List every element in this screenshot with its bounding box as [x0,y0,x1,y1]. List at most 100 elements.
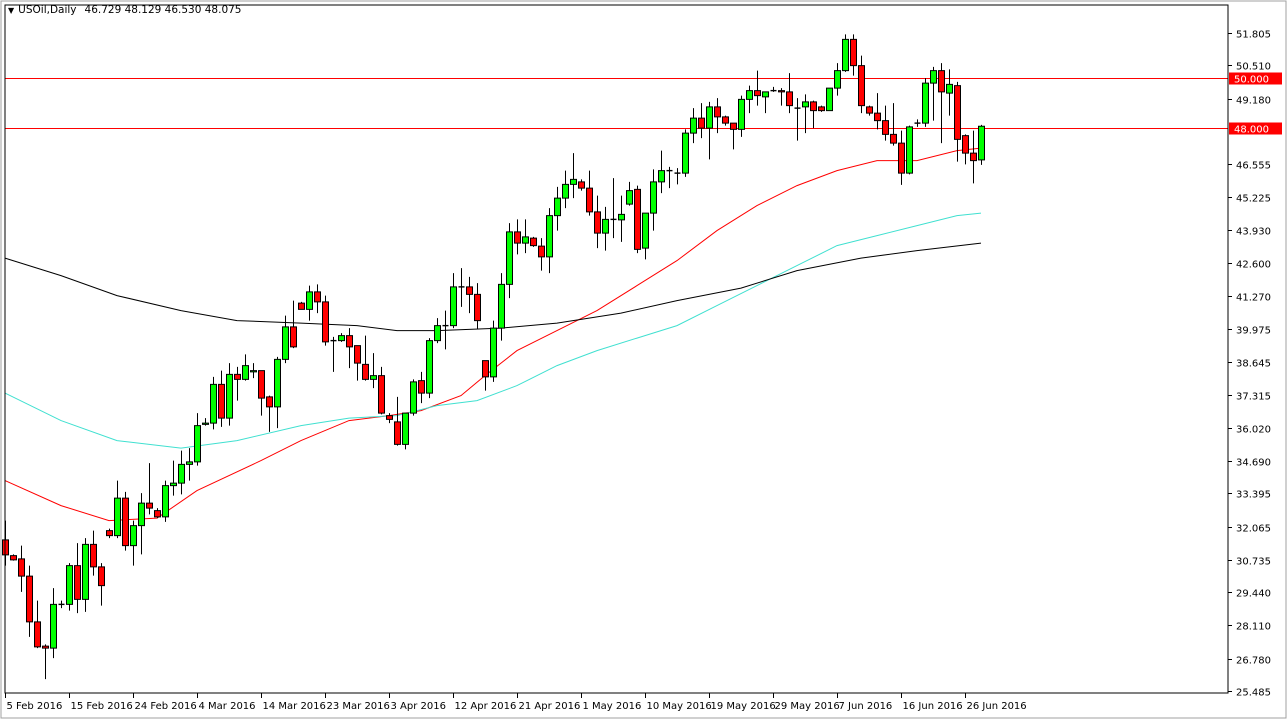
candlestick-chart[interactable]: 51.805 50.510 49.180 46.555 45.225 43.930 42.6… [0,0,1287,719]
candle-body [882,120,889,135]
price-tick-label: 36.020 [1236,425,1271,436]
candle-body [818,106,825,112]
candle-body [698,117,705,129]
price-tick-label: 46.555 [1236,161,1271,172]
candle-body [474,293,481,322]
candle-body [642,212,649,249]
candle-body [514,231,521,244]
price-tick-label: 29.440 [1236,589,1271,600]
candle[interactable] [426,338,433,399]
time-tick-label: 24 Feb 2016 [135,701,197,712]
candle-body [250,370,257,373]
price-tick-label: 49.180 [1236,96,1271,107]
candle-body [586,187,593,213]
candle[interactable] [298,301,305,310]
candle-body [730,122,737,130]
candle[interactable] [842,34,849,72]
candle-body [658,170,665,183]
candle[interactable] [322,295,329,346]
candle-body [754,90,761,97]
candle-body [706,106,713,129]
candle-body [98,566,105,587]
candle-body [906,126,913,174]
candle-body [202,422,209,425]
candle-body [778,90,785,93]
candle[interactable] [530,236,537,247]
candle[interactable] [66,563,73,611]
candle[interactable] [402,412,409,450]
candle-body [210,383,217,424]
candle-body [18,558,25,577]
candle-body [450,286,457,327]
candle[interactable] [682,129,689,177]
candle-body [650,181,657,214]
price-tick-label: 33.395 [1236,490,1271,501]
candle-body [178,463,185,484]
chart-background [0,0,1287,719]
candle-body [594,211,601,234]
candle-body [722,116,729,124]
candle[interactable] [634,185,641,254]
candle[interactable] [490,320,497,382]
candle-body [218,383,225,419]
candle[interactable] [410,379,417,416]
candle-body [826,87,833,112]
candle[interactable] [162,480,169,522]
candle-body [506,231,513,285]
candle[interactable] [818,105,825,112]
candle-body [10,555,17,561]
candle-body [522,236,529,244]
candle-body [282,326,289,360]
candle[interactable] [826,87,833,112]
triangle-down-icon[interactable]: ▼ [8,6,14,15]
candle-body [194,425,201,463]
candle-body [570,178,577,185]
candle-body [362,363,369,380]
time-tick-label: 16 Jun 2016 [903,701,963,712]
candle-body [874,112,881,122]
candle-body [106,530,113,537]
candle-body [418,380,425,394]
candle[interactable] [978,124,985,165]
candle-body [90,543,97,568]
candle-body [866,106,873,114]
candle-body [298,302,305,310]
candle-body [114,497,121,537]
candle[interactable] [10,554,17,561]
time-tick-label: 26 Jun 2016 [967,701,1027,712]
candle-body [530,237,537,247]
candle-body [858,65,865,107]
candle-body [562,183,569,199]
price-tick-label: 39.975 [1236,326,1271,337]
candle[interactable] [122,491,129,551]
time-tick-label: 15 Feb 2016 [71,701,133,712]
candle-body [898,142,905,174]
price-tick-label: 38.645 [1236,359,1271,370]
candle-body [602,218,609,234]
candle-body [938,70,945,93]
price-tick-label: 25.485 [1236,688,1271,699]
candle-body [154,510,161,518]
candle-body [842,38,849,72]
candle-body [922,82,929,124]
time-tick-label: 23 Mar 2016 [327,701,390,712]
candle-body [138,502,145,527]
candle-body [314,291,321,303]
price-tick-label: 28.110 [1236,622,1271,633]
candle-body [426,340,433,394]
candle-body [74,565,81,600]
candle-body [26,575,33,623]
candle-body [850,38,857,67]
candle-body [162,485,169,518]
candle-body [386,415,393,420]
candle-body [738,98,745,130]
candle[interactable] [906,125,913,175]
candle[interactable] [210,376,217,430]
candle-body [538,245,545,258]
candle-body [370,375,377,380]
time-tick-label: 14 Mar 2016 [263,701,326,712]
candle[interactable] [922,78,929,127]
candle-body [890,133,897,144]
time-tick-label: 3 Apr 2016 [391,701,446,712]
candle-body [746,90,753,100]
